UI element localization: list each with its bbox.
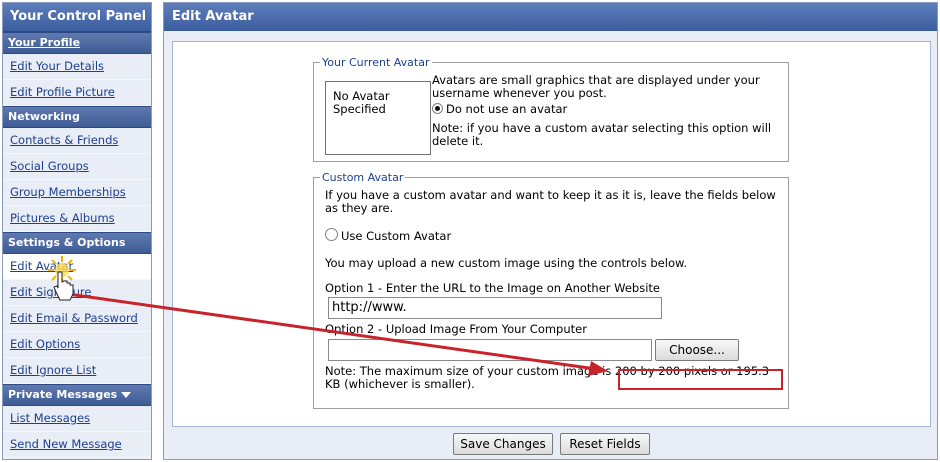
avatar-preview: No Avatar Specified bbox=[325, 81, 431, 155]
reset-fields-button[interactable]: Reset Fields bbox=[560, 433, 650, 455]
no-avatar-label: Do not use an avatar bbox=[446, 102, 568, 116]
use-custom-avatar-label: Use Custom Avatar bbox=[341, 229, 452, 243]
sidebar-item-list-messages[interactable]: List Messages bbox=[3, 406, 151, 432]
sidebar-item-edit-profile-picture[interactable]: Edit Profile Picture bbox=[3, 80, 151, 106]
save-changes-button[interactable]: Save Changes bbox=[453, 433, 553, 455]
sidebar-item-edit-signature[interactable]: Edit Signature bbox=[3, 280, 151, 306]
use-custom-avatar-option[interactable]: Use Custom Avatar bbox=[325, 228, 451, 243]
sidebar-heading-your-profile[interactable]: Your Profile bbox=[3, 32, 151, 54]
control-panel-sidebar: Your Control Panel Your Profile Edit You… bbox=[2, 2, 152, 460]
sidebar-heading-private-messages[interactable]: Private Messages bbox=[3, 384, 151, 406]
no-avatar-note: Note: if you have a custom avatar select… bbox=[432, 121, 772, 148]
caret-down-icon[interactable] bbox=[121, 392, 132, 398]
no-avatar-option[interactable]: Do not use an avatar bbox=[432, 103, 567, 116]
sidebar-item-pictures-albums[interactable]: Pictures & Albums bbox=[3, 206, 151, 232]
size-limit-highlight bbox=[618, 369, 783, 390]
upload-hint: You may upload a new custom image using … bbox=[325, 256, 687, 270]
sidebar-item-edit-ignore-list[interactable]: Edit Ignore List bbox=[3, 358, 151, 384]
sidebar-item-send-new-message[interactable]: Send New Message bbox=[3, 432, 151, 458]
avatar-description: Avatars are small graphics that are disp… bbox=[432, 73, 760, 100]
sidebar-item-group-memberships[interactable]: Group Memberships bbox=[3, 180, 151, 206]
sidebar-item-contacts-friends[interactable]: Contacts & Friends bbox=[3, 128, 151, 154]
sidebar-item-edit-avatar[interactable]: Edit Avatar bbox=[3, 254, 151, 280]
current-avatar-legend: Your Current Avatar bbox=[322, 56, 430, 69]
edit-avatar-panel: Edit Avatar Your Current Avatar No Avata… bbox=[163, 2, 938, 460]
sidebar-item-edit-email-password[interactable]: Edit Email & Password bbox=[3, 306, 151, 332]
option2-label: Option 2 - Upload Image From Your Comput… bbox=[325, 322, 587, 336]
avatar-url-input[interactable]: http://www. bbox=[328, 297, 662, 319]
sidebar-heading-networking: Networking bbox=[3, 106, 151, 128]
option1-label: Option 1 - Enter the URL to the Image on… bbox=[325, 281, 661, 295]
sidebar-item-social-groups[interactable]: Social Groups bbox=[3, 154, 151, 180]
custom-avatar-legend: Custom Avatar bbox=[322, 171, 404, 184]
page-title: Edit Avatar bbox=[164, 3, 937, 31]
sidebar-item-edit-your-details[interactable]: Edit Your Details bbox=[3, 54, 151, 80]
no-avatar-radio[interactable] bbox=[432, 103, 443, 114]
sidebar-item-edit-options[interactable]: Edit Options bbox=[3, 332, 151, 358]
sidebar-heading-private-messages-label: Private Messages bbox=[8, 388, 118, 401]
upload-file-field[interactable] bbox=[328, 339, 652, 361]
use-custom-avatar-radio[interactable] bbox=[325, 228, 338, 241]
avatar-form: Your Current Avatar No Avatar Specified … bbox=[172, 41, 931, 427]
current-avatar-fieldset: Your Current Avatar No Avatar Specified … bbox=[313, 56, 789, 162]
custom-avatar-intro: If you have a custom avatar and want to … bbox=[325, 188, 776, 215]
sidebar-title: Your Control Panel bbox=[3, 3, 151, 32]
sidebar-heading-settings-options: Settings & Options bbox=[3, 232, 151, 254]
choose-file-button[interactable]: Choose... bbox=[655, 339, 739, 361]
